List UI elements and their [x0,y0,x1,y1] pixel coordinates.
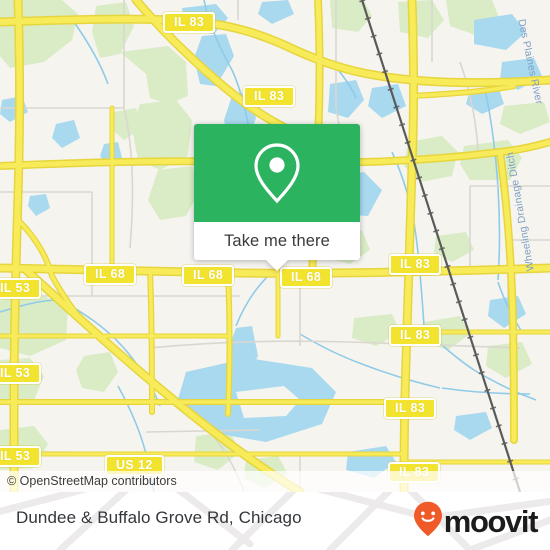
map-attribution[interactable]: © OpenStreetMap contributors [0,471,550,492]
moovit-map-card: Des Plaines River Wheeling Drainage Ditc… [0,0,550,550]
take-me-there-label: Take me there [224,231,330,250]
footer-bar: Dundee & Buffalo Grove Rd, Chicago moovi… [0,492,550,550]
map-canvas[interactable]: Des Plaines River Wheeling Drainage Ditc… [0,0,550,492]
highway-shield[interactable]: IL 83 [163,12,216,33]
highway-shield[interactable]: IL 53 [0,363,42,384]
highway-shield[interactable]: IL 83 [389,254,442,275]
place-name: Dundee & Buffalo Grove Rd, Chicago [16,508,302,527]
highway-shield[interactable]: IL 53 [0,446,42,467]
moovit-logo[interactable]: moovit [413,501,539,539]
map-pin-icon [250,141,304,205]
highway-shield[interactable]: IL 83 [389,325,442,346]
callout-header [194,124,360,222]
highway-shield[interactable]: IL 68 [84,264,137,285]
highway-shield[interactable]: IL 83 [243,86,296,107]
callout-tail [266,260,288,271]
destination-callout[interactable]: Take me there [194,124,360,271]
moovit-pin-icon [413,501,443,542]
callout-action[interactable]: Take me there [194,222,360,271]
highway-shield[interactable]: IL 68 [182,265,235,286]
moovit-wordmark: moovit [443,503,539,539]
highway-shield[interactable]: IL 83 [384,398,437,419]
highway-shield[interactable]: IL 53 [0,278,42,299]
